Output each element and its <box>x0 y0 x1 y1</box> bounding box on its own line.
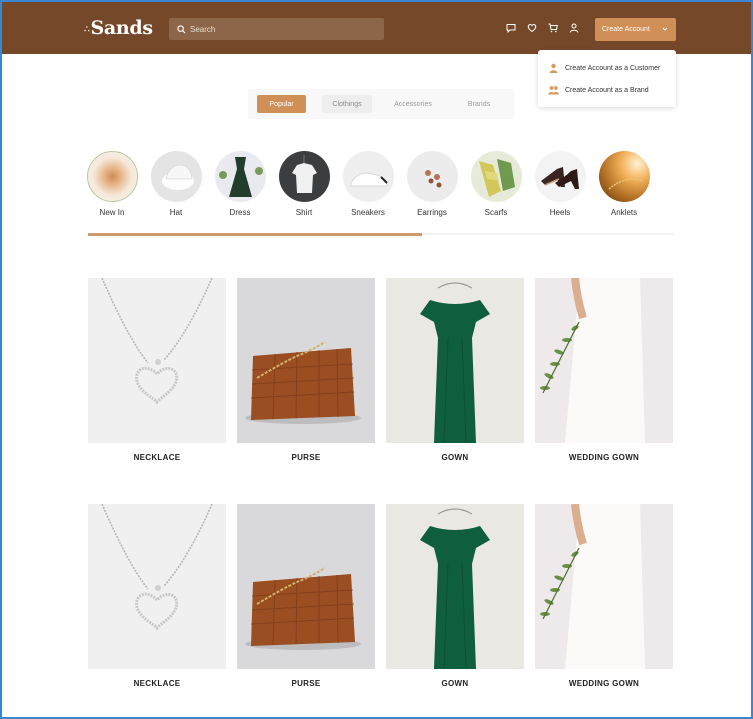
tab-brands[interactable]: Brands <box>454 95 504 113</box>
category-dress[interactable]: Dress <box>210 151 270 217</box>
search-input[interactable] <box>190 24 370 34</box>
category-label: Shirt <box>295 208 313 217</box>
product-image[interactable] <box>88 278 226 443</box>
user-icon[interactable] <box>569 23 579 33</box>
menu-item-label: Create Account as a Customer <box>565 64 661 72</box>
product-image[interactable] <box>535 278 673 443</box>
product-card[interactable]: GOWN <box>386 504 524 688</box>
product-card[interactable]: PURSE <box>237 278 375 462</box>
product-card[interactable]: NECKLACE <box>88 504 226 688</box>
product-name[interactable]: WEDDING GOWN <box>535 679 673 688</box>
category-label: Sneakers <box>351 208 385 217</box>
tab-popular[interactable]: Popular <box>257 95 306 113</box>
dress-thumbnail <box>214 151 266 202</box>
menu-item-label: Create Account as a Brand <box>565 86 649 94</box>
product-card[interactable]: WEDDING GOWN <box>535 278 673 462</box>
category-label: Scarfs <box>484 208 508 217</box>
anklets-thumbnail <box>598 151 650 202</box>
product-card[interactable]: NECKLACE <box>88 278 226 462</box>
category-label: Earrings <box>417 208 447 217</box>
chevron-down-icon <box>662 27 668 31</box>
category-shirt[interactable]: Shirt <box>274 151 334 217</box>
product-card[interactable]: PURSE <box>237 504 375 688</box>
category-new-in[interactable]: New In <box>82 151 142 217</box>
category-hat[interactable]: Hat <box>146 151 206 217</box>
product-name[interactable]: PURSE <box>237 679 375 688</box>
product-name[interactable]: PURSE <box>237 453 375 462</box>
category-label: Hat <box>169 208 183 217</box>
cart-icon[interactable] <box>548 23 558 33</box>
product-card[interactable]: GOWN <box>386 278 524 462</box>
product-name[interactable]: GOWN <box>386 679 524 688</box>
product-image[interactable] <box>386 278 524 443</box>
heart-icon[interactable] <box>527 23 537 33</box>
product-image[interactable] <box>237 504 375 669</box>
category-scrollbar-thumb[interactable] <box>88 232 423 236</box>
brand-logo[interactable]: ∴Sands <box>84 17 153 39</box>
category-label: New In <box>99 208 125 217</box>
hat-thumbnail <box>150 151 202 202</box>
product-name[interactable]: NECKLACE <box>88 679 226 688</box>
new-in-thumbnail <box>86 151 138 202</box>
category-scarfs[interactable]: Scarfs <box>466 151 526 217</box>
create-account-menu: Create Account as a Customer Create Acco… <box>538 50 676 107</box>
product-image[interactable] <box>88 504 226 669</box>
users-icon <box>548 86 559 95</box>
menu-item-create-brand[interactable]: Create Account as a Brand <box>548 84 649 96</box>
product-image[interactable] <box>386 504 524 669</box>
create-account-button[interactable]: Create Account <box>595 18 676 41</box>
logo-mark-icon: ∴ <box>84 25 90 35</box>
tab-clothings[interactable]: Clothings <box>322 95 372 113</box>
earrings-thumbnail <box>406 151 458 202</box>
category-heels[interactable]: Heels <box>530 151 590 217</box>
category-tabs: Popular Clothings Accessories Brands <box>248 89 514 119</box>
category-label: Dress <box>229 208 251 217</box>
user-icon <box>549 63 558 73</box>
brand-name: Sands <box>90 17 153 39</box>
category-anklets[interactable]: Anklets <box>594 151 654 217</box>
create-account-label: Create Account <box>602 26 650 33</box>
shirt-thumbnail <box>278 151 330 202</box>
tab-accessories[interactable]: Accessories <box>388 95 438 113</box>
category-label: Anklets <box>610 208 638 217</box>
category-earrings[interactable]: Earrings <box>402 151 462 217</box>
product-image[interactable] <box>237 278 375 443</box>
sneakers-thumbnail <box>342 151 394 202</box>
search-icon <box>177 24 186 33</box>
scarfs-thumbnail <box>470 151 522 202</box>
product-name[interactable]: GOWN <box>386 453 524 462</box>
product-name[interactable]: WEDDING GOWN <box>535 453 673 462</box>
chat-icon[interactable] <box>506 23 516 33</box>
search-bar[interactable] <box>169 18 384 40</box>
top-nav-bar: ∴Sands Create Account <box>2 2 751 54</box>
product-card[interactable]: WEDDING GOWN <box>535 504 673 688</box>
category-label: Heels <box>549 208 571 217</box>
category-scrollbar[interactable] <box>88 232 674 236</box>
category-sneakers[interactable]: Sneakers <box>338 151 398 217</box>
product-name[interactable]: NECKLACE <box>88 453 226 462</box>
product-image[interactable] <box>535 504 673 669</box>
menu-item-create-customer[interactable]: Create Account as a Customer <box>548 62 660 74</box>
heels-thumbnail <box>534 151 586 202</box>
